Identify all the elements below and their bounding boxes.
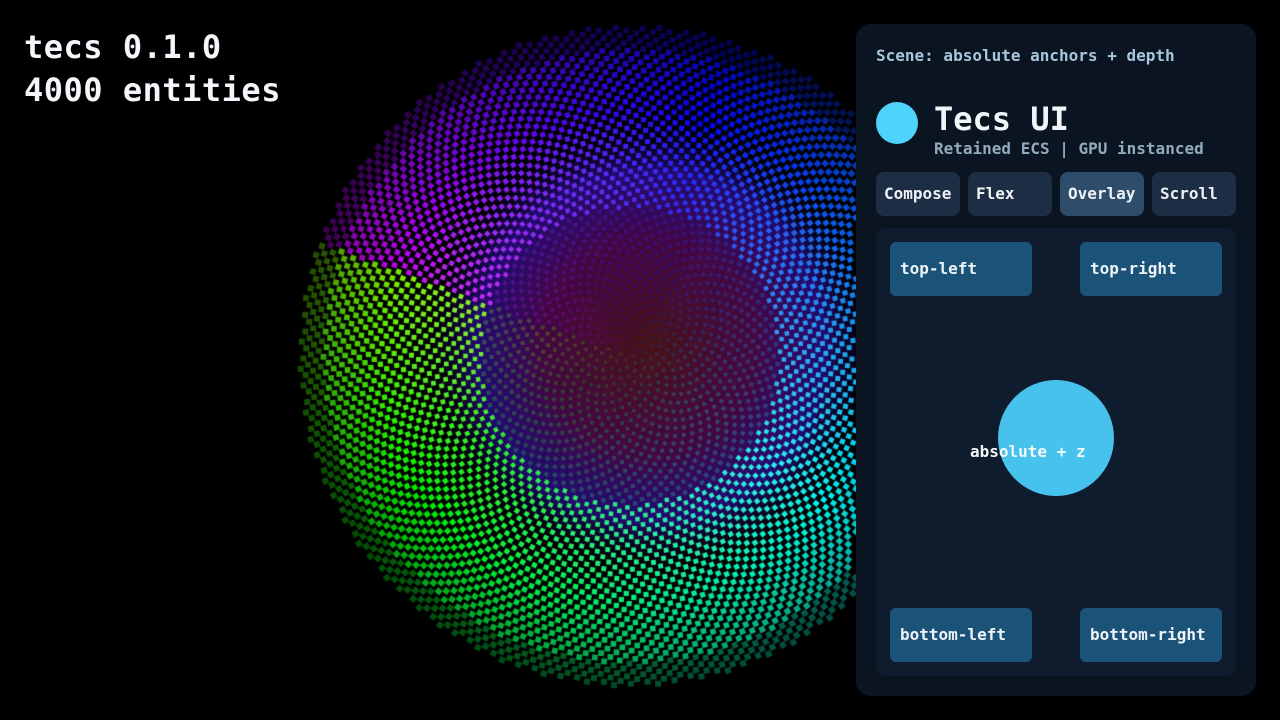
overlay-demo-area: top-left top-right absolute + z bottom-l… (876, 228, 1236, 676)
tab-compose[interactable]: Compose (876, 172, 960, 216)
bottom-right-anchor-button[interactable]: bottom-right (1080, 608, 1222, 662)
entity-count: 4000 entities (24, 71, 281, 109)
absolute-z-circle (998, 380, 1114, 496)
tab-bar: Compose Flex Overlay Scroll (876, 172, 1236, 216)
bottom-left-anchor-button[interactable]: bottom-left (890, 608, 1032, 662)
tab-flex[interactable]: Flex (968, 172, 1052, 216)
version-label: tecs 0.1.0 (24, 28, 222, 66)
tab-scroll[interactable]: Scroll (1152, 172, 1236, 216)
hud-overlay: tecs 0.1.0 4000 entities (24, 26, 281, 112)
absolute-z-label: absolute + z (970, 442, 1086, 461)
logo-dot-icon (876, 102, 918, 144)
ui-panel: Scene: absolute anchors + depth Tecs UI … (856, 24, 1256, 696)
top-left-anchor-button[interactable]: top-left (890, 242, 1032, 296)
tab-overlay[interactable]: Overlay (1060, 172, 1144, 216)
app-title: Tecs UI (934, 100, 1069, 138)
top-right-anchor-button[interactable]: top-right (1080, 242, 1222, 296)
app-subtitle: Retained ECS | GPU instanced (934, 139, 1204, 158)
scene-label: Scene: absolute anchors + depth (876, 46, 1175, 65)
